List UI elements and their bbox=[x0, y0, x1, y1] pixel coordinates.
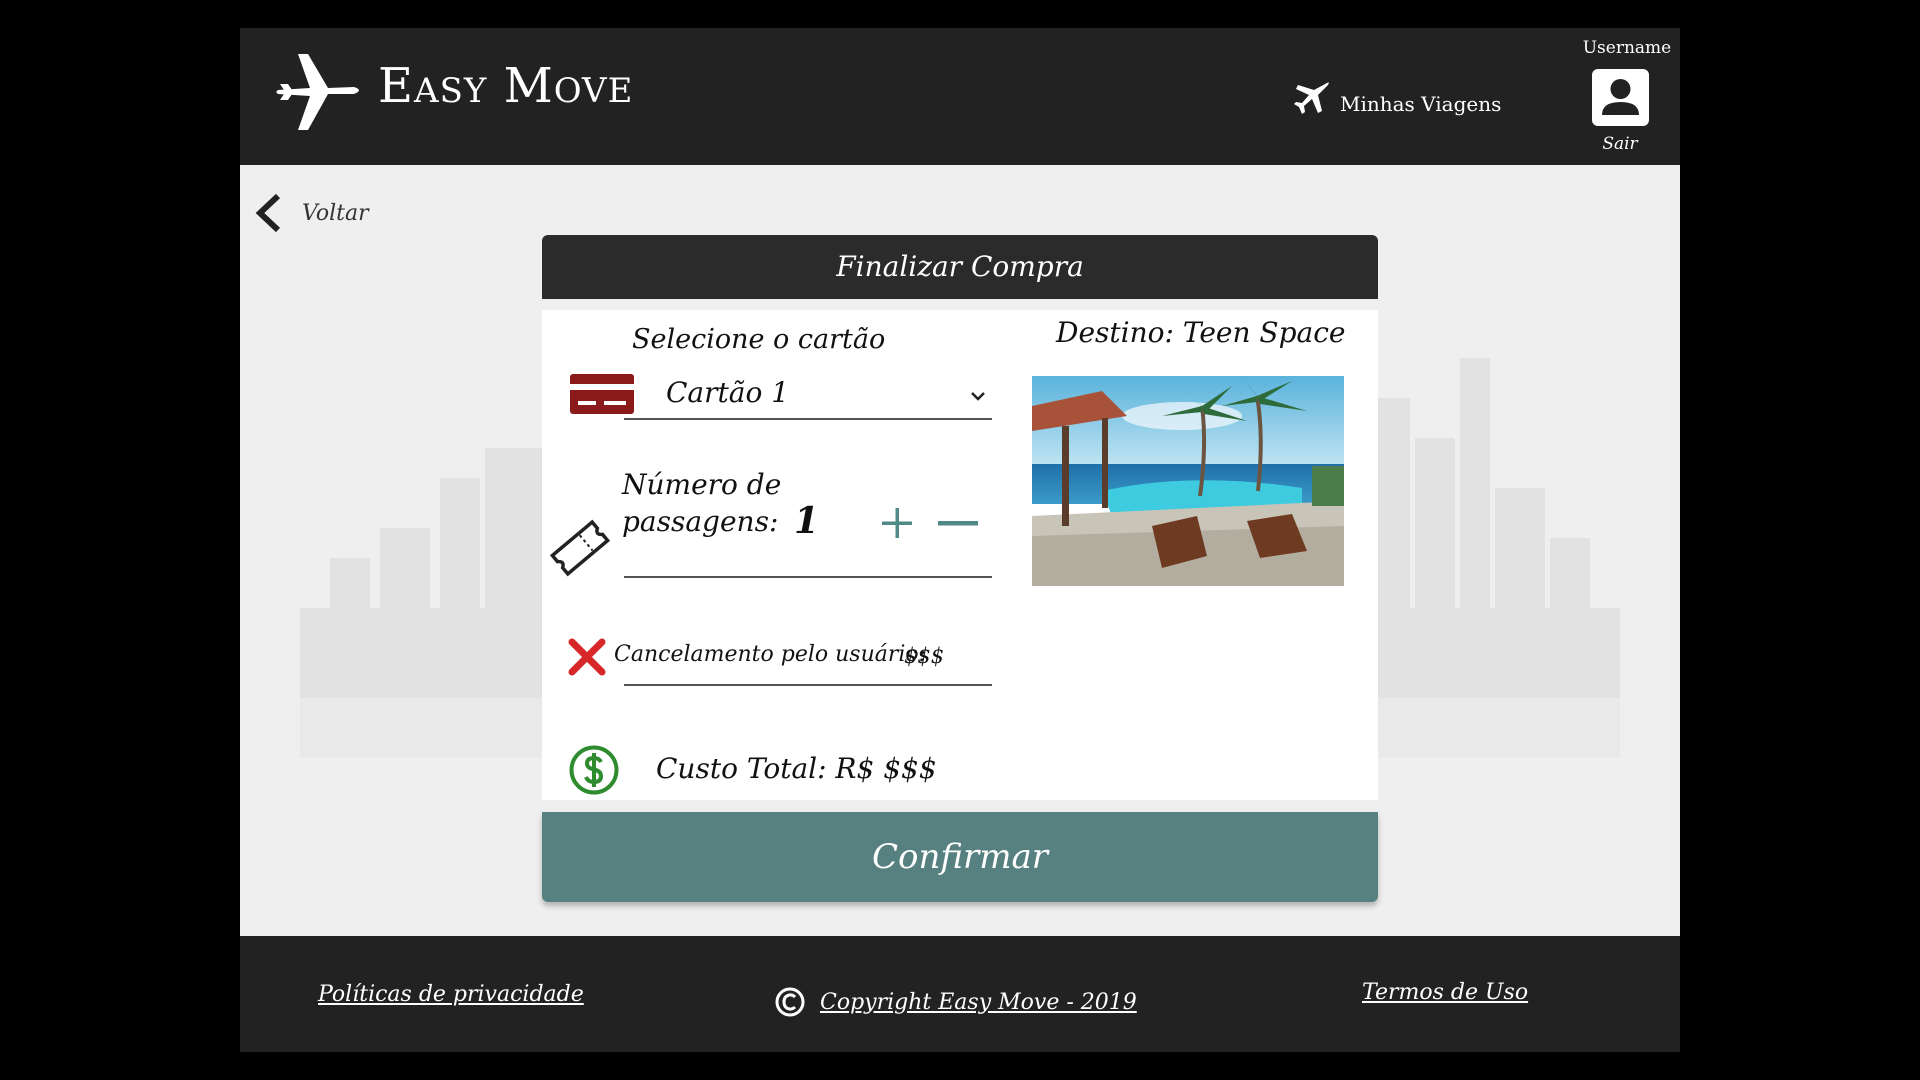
passengers-label-line1: Número de bbox=[622, 468, 782, 501]
cancellation-underline bbox=[624, 684, 992, 686]
destination-label: Destino: Teen Space bbox=[1056, 316, 1346, 349]
back-button[interactable]: Voltar bbox=[252, 193, 369, 233]
user-avatar-button[interactable] bbox=[1592, 69, 1649, 126]
chevron-left-icon bbox=[255, 193, 281, 233]
plane-icon bbox=[1294, 82, 1329, 114]
cancellation-label: Cancelamento pelo usuário: bbox=[614, 642, 927, 667]
cancellation-value: $$$ bbox=[904, 644, 945, 668]
checkout-panel: Selecione o cartão Cartão 1 Número de pa… bbox=[542, 310, 1378, 800]
app-frame: Easy Move Minhas Viagens Username Sair V… bbox=[240, 28, 1680, 1052]
my-trips-link[interactable]: Minhas Viagens bbox=[1294, 80, 1501, 116]
dollar-icon bbox=[569, 745, 619, 795]
user-icon bbox=[1602, 79, 1639, 115]
passengers-count: 1 bbox=[794, 500, 820, 542]
total-cost-label: Custo Total: R$ $$$ bbox=[656, 752, 937, 785]
back-label: Voltar bbox=[302, 200, 369, 226]
card-select-dropdown[interactable]: Cartão 1 bbox=[624, 368, 992, 420]
ticket-icon bbox=[549, 519, 611, 577]
privacy-policy-link[interactable]: Políticas de privacidade bbox=[318, 982, 584, 1007]
brand-name: Easy Move bbox=[378, 58, 634, 114]
copyright-link[interactable]: Copyright Easy Move - 2019 bbox=[820, 990, 1137, 1015]
copyright-icon bbox=[775, 987, 805, 1017]
card-select-value: Cartão 1 bbox=[666, 376, 790, 409]
copyright: Copyright Easy Move - 2019 bbox=[774, 986, 1137, 1018]
increment-button[interactable] bbox=[880, 506, 914, 540]
decrement-button[interactable] bbox=[938, 506, 978, 540]
chevron-down-icon bbox=[971, 392, 985, 401]
x-icon bbox=[568, 638, 606, 676]
passengers-underline bbox=[624, 576, 992, 578]
airplane-icon bbox=[276, 54, 359, 130]
checkout-title: Finalizar Compra bbox=[542, 235, 1378, 299]
footer: Políticas de privacidade Copyright Easy … bbox=[240, 936, 1680, 1052]
my-trips-label: Minhas Viagens bbox=[1340, 92, 1502, 116]
passengers-label-line2: passagens: bbox=[622, 505, 779, 538]
username-label: Username bbox=[1582, 38, 1672, 58]
terms-of-use-link[interactable]: Termos de Uso bbox=[1362, 980, 1528, 1005]
card-select-label: Selecione o cartão bbox=[632, 324, 886, 355]
passengers-label: Número de passagens: bbox=[622, 466, 781, 540]
confirm-button[interactable]: Confirmar bbox=[542, 812, 1378, 902]
destination-photo bbox=[1032, 376, 1344, 586]
logout-link[interactable]: Sair bbox=[1582, 134, 1658, 154]
top-bar: Easy Move Minhas Viagens Username Sair bbox=[240, 28, 1680, 165]
